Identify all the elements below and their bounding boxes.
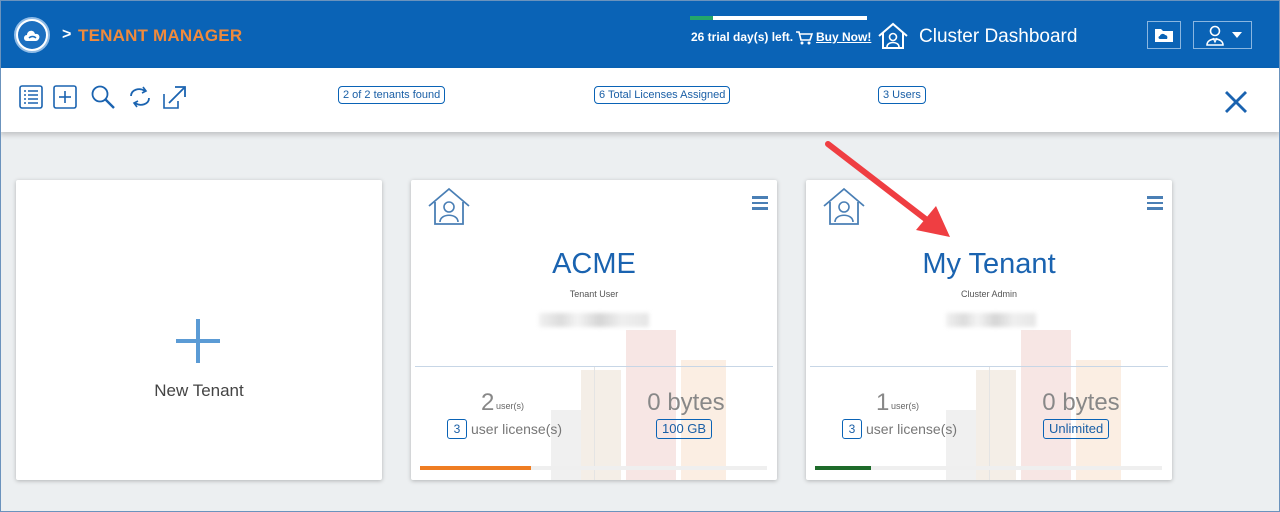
close-icon[interactable]: [1222, 88, 1250, 116]
cloud-logo-icon: [18, 21, 46, 49]
annotation-arrow-icon: [825, 141, 950, 237]
breadcrumb-separator: >: [62, 26, 72, 43]
toolbar: 2 of 2 tenants found 6 Total Licenses As…: [0, 68, 1280, 132]
cloud-folder-button[interactable]: [1147, 21, 1181, 49]
cluster-dashboard-link[interactable]: Cluster Dashboard: [919, 26, 1077, 48]
chevron-down-icon: [1231, 32, 1242, 38]
redacted-text: [946, 313, 1036, 327]
usage-progress-bar: [815, 466, 1162, 470]
folder-cloud-icon: [1155, 29, 1173, 42]
cart-icon[interactable]: [795, 30, 813, 45]
users-unit: user(s): [496, 401, 525, 411]
storage-used: 0 bytes: [1042, 389, 1120, 416]
tenant-name[interactable]: My Tenant: [806, 248, 1172, 281]
usage-progress-fill: [420, 466, 532, 470]
tenants-found-badge: 2 of 2 tenants found: [338, 86, 446, 104]
users-badge: 3 Users: [878, 86, 926, 104]
list-view-icon[interactable]: [18, 84, 44, 110]
trial-progress-bar: [690, 16, 867, 20]
usage-progress-bar: [420, 466, 767, 470]
refresh-icon[interactable]: [127, 84, 153, 110]
top-bar: > TENANT MANAGER 26 trial day(s) left. B…: [0, 0, 1280, 68]
usage-progress-fill: [815, 466, 871, 470]
hamburger-icon: [752, 196, 768, 199]
users-unit: user(s): [891, 401, 920, 411]
license-count-badge[interactable]: 3: [842, 419, 862, 439]
redacted-text: [539, 313, 649, 327]
tenant-card-acme[interactable]: ACME Tenant User 2 user(s) 3 user licens…: [411, 180, 777, 480]
quota-badge[interactable]: Unlimited: [1043, 419, 1110, 439]
user-menu-button[interactable]: [1193, 21, 1252, 49]
user-icon: [1205, 25, 1224, 46]
plus-icon: [176, 319, 220, 363]
new-tenant-label: New Tenant: [154, 381, 244, 400]
users-count: 2: [481, 389, 495, 416]
license-label: user license(s): [866, 421, 958, 437]
card-vertical-divider: [594, 367, 595, 480]
licenses-badge: 6 Total Licenses Assigned: [594, 86, 731, 104]
app-logo[interactable]: [14, 17, 50, 53]
users-count: 1: [876, 389, 890, 416]
cluster-house-icon[interactable]: [876, 22, 910, 50]
license-count-badge[interactable]: 3: [447, 419, 467, 439]
buy-now-link[interactable]: Buy Now!: [816, 30, 871, 44]
tenant-menu-button[interactable]: [752, 196, 768, 210]
tenant-role: Tenant User: [569, 289, 619, 299]
hamburger-icon: [1147, 196, 1163, 199]
quota-badge[interactable]: 100 GB: [656, 419, 713, 439]
trial-days-text: 26 trial day(s) left.: [691, 30, 794, 44]
add-tenant-icon[interactable]: [52, 84, 78, 110]
search-icon[interactable]: [90, 84, 116, 110]
card-vertical-divider: [989, 367, 990, 480]
export-icon[interactable]: [161, 84, 187, 110]
tenant-house-icon: [428, 187, 470, 225]
page-title: TENANT MANAGER: [78, 26, 243, 45]
tenant-name[interactable]: ACME: [411, 248, 777, 281]
license-label: user license(s): [471, 421, 563, 437]
tenant-role: Cluster Admin: [960, 289, 1018, 299]
tenant-menu-button[interactable]: [1147, 196, 1163, 210]
storage-used: 0 bytes: [647, 389, 725, 416]
trial-progress-fill: [690, 16, 713, 20]
new-tenant-card[interactable]: New Tenant: [16, 180, 382, 480]
